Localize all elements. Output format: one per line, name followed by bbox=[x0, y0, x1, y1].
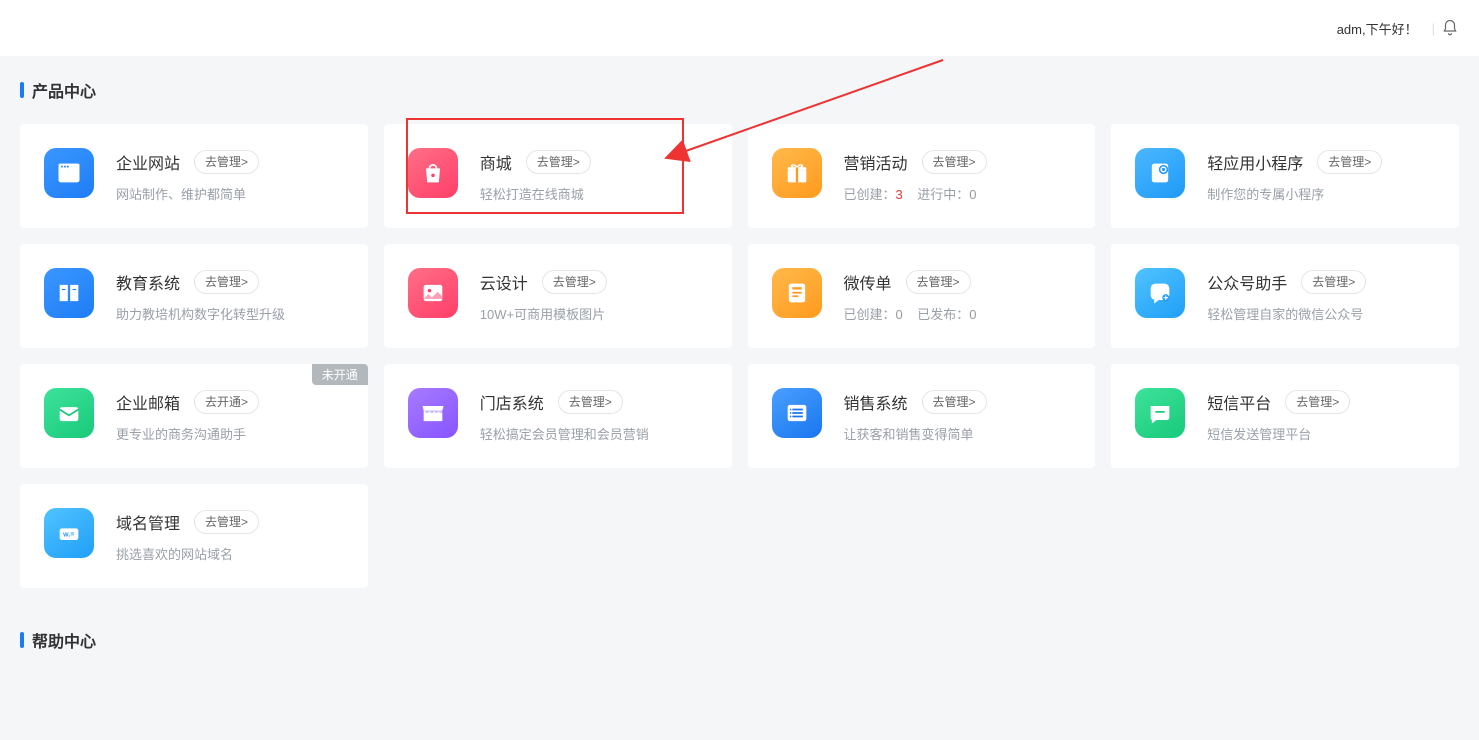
manage-button[interactable]: 去管理> bbox=[526, 150, 591, 174]
chat-gear-icon bbox=[1135, 268, 1185, 318]
card-desc: 轻松搞定会员管理和会员营销 bbox=[480, 424, 712, 443]
stat-created-value: 0 bbox=[896, 307, 903, 322]
message-icon bbox=[1135, 388, 1185, 438]
stat-pub-value: 0 bbox=[969, 307, 976, 322]
greeting-text: adm,下午好！ bbox=[1337, 19, 1418, 38]
product-card-design[interactable]: 云设计 去管理> 10W+可商用模板图片 bbox=[384, 244, 732, 348]
miniapp-icon bbox=[1135, 148, 1185, 198]
section-title-bar-icon bbox=[20, 82, 24, 98]
card-title: 公众号助手 bbox=[1207, 270, 1287, 294]
product-card-flyer[interactable]: 微传单 去管理> 已创建：0 已发布：0 bbox=[748, 244, 1096, 348]
book-icon bbox=[44, 268, 94, 318]
product-card-domain[interactable]: w.= 域名管理 去管理> 挑选喜欢的网站域名 bbox=[20, 484, 368, 588]
manage-button[interactable]: 去管理> bbox=[922, 390, 987, 414]
product-grid: 企业网站 去管理> 网站制作、维护都简单 商城 去管理> 轻松打造在线商城 bbox=[20, 124, 1459, 588]
manage-button[interactable]: 去管理> bbox=[1301, 270, 1366, 294]
stat-created-label: 已创建： bbox=[844, 307, 896, 322]
card-title: 云设计 bbox=[480, 270, 528, 294]
svg-text:w.=: w.= bbox=[62, 532, 74, 539]
card-stats: 已创建：0 已发布：0 bbox=[844, 304, 1076, 323]
divider: | bbox=[1432, 21, 1435, 36]
gift-icon bbox=[772, 148, 822, 198]
card-desc: 短信发送管理平台 bbox=[1207, 424, 1439, 443]
card-title: 域名管理 bbox=[116, 510, 180, 534]
manage-button[interactable]: 去管理> bbox=[922, 150, 987, 174]
manage-button[interactable]: 去管理> bbox=[1285, 390, 1350, 414]
card-desc: 助力教培机构数字化转型升级 bbox=[116, 304, 348, 323]
card-title: 微传单 bbox=[844, 270, 892, 294]
domain-icon: w.= bbox=[44, 508, 94, 558]
card-title: 轻应用小程序 bbox=[1207, 150, 1303, 174]
product-card-store[interactable]: 门店系统 去管理> 轻松搞定会员管理和会员营销 bbox=[384, 364, 732, 468]
top-bar: adm,下午好！ | bbox=[0, 0, 1479, 56]
stat-created-value: 3 bbox=[896, 187, 903, 202]
product-card-education[interactable]: 教育系统 去管理> 助力教培机构数字化转型升级 bbox=[20, 244, 368, 348]
card-desc: 10W+可商用模板图片 bbox=[480, 304, 712, 323]
stat-running-value: 0 bbox=[969, 187, 976, 202]
product-card-wechat[interactable]: 公众号助手 去管理> 轻松管理自家的微信公众号 bbox=[1111, 244, 1459, 348]
card-desc: 更专业的商务沟通助手 bbox=[116, 424, 348, 443]
activate-button[interactable]: 去开通> bbox=[194, 390, 259, 414]
product-card-email[interactable]: 未开通 企业邮箱 去开通> 更专业的商务沟通助手 bbox=[20, 364, 368, 468]
card-desc: 轻松打造在线商城 bbox=[480, 184, 712, 203]
card-desc: 网站制作、维护都简单 bbox=[116, 184, 348, 203]
section-title-bar-icon bbox=[20, 632, 24, 648]
shopping-bag-icon bbox=[408, 148, 458, 198]
stat-running-label: 进行中： bbox=[917, 187, 969, 202]
product-card-miniapp[interactable]: 轻应用小程序 去管理> 制作您的专属小程序 bbox=[1111, 124, 1459, 228]
list-icon bbox=[772, 388, 822, 438]
card-desc: 让获客和销售变得简单 bbox=[844, 424, 1076, 443]
manage-button[interactable]: 去管理> bbox=[1317, 150, 1382, 174]
card-title: 商城 bbox=[480, 150, 512, 174]
card-title: 企业邮箱 bbox=[116, 390, 180, 414]
section-title-text: 帮助中心 bbox=[32, 628, 96, 652]
card-title: 教育系统 bbox=[116, 270, 180, 294]
card-desc: 挑选喜欢的网站域名 bbox=[116, 544, 348, 563]
stat-created-label: 已创建： bbox=[844, 187, 896, 202]
document-icon bbox=[772, 268, 822, 318]
manage-button[interactable]: 去管理> bbox=[194, 270, 259, 294]
manage-button[interactable]: 去管理> bbox=[194, 150, 259, 174]
card-title: 短信平台 bbox=[1207, 390, 1271, 414]
manage-button[interactable]: 去管理> bbox=[906, 270, 971, 294]
manage-button[interactable]: 去管理> bbox=[542, 270, 607, 294]
product-card-sms[interactable]: 短信平台 去管理> 短信发送管理平台 bbox=[1111, 364, 1459, 468]
product-card-sales[interactable]: 销售系统 去管理> 让获客和销售变得简单 bbox=[748, 364, 1096, 468]
card-title: 企业网站 bbox=[116, 150, 180, 174]
section-title-text: 产品中心 bbox=[32, 78, 96, 102]
not-activated-badge: 未开通 bbox=[312, 364, 368, 385]
window-icon bbox=[44, 148, 94, 198]
notification-bell-icon[interactable] bbox=[1441, 19, 1459, 37]
envelope-icon bbox=[44, 388, 94, 438]
card-stats: 已创建：3 进行中：0 bbox=[844, 184, 1076, 203]
card-title: 门店系统 bbox=[480, 390, 544, 414]
image-icon bbox=[408, 268, 458, 318]
stat-pub-label: 已发布： bbox=[917, 307, 969, 322]
card-title: 营销活动 bbox=[844, 150, 908, 174]
manage-button[interactable]: 去管理> bbox=[194, 510, 259, 534]
product-card-marketing[interactable]: 营销活动 去管理> 已创建：3 进行中：0 bbox=[748, 124, 1096, 228]
manage-button[interactable]: 去管理> bbox=[558, 390, 623, 414]
section-title-product: 产品中心 bbox=[20, 78, 1459, 102]
storefront-icon bbox=[408, 388, 458, 438]
card-title: 销售系统 bbox=[844, 390, 908, 414]
product-card-mall[interactable]: 商城 去管理> 轻松打造在线商城 bbox=[384, 124, 732, 228]
card-desc: 轻松管理自家的微信公众号 bbox=[1207, 304, 1439, 323]
product-card-website[interactable]: 企业网站 去管理> 网站制作、维护都简单 bbox=[20, 124, 368, 228]
section-title-help: 帮助中心 bbox=[20, 628, 1459, 652]
card-desc: 制作您的专属小程序 bbox=[1207, 184, 1439, 203]
main-content: 产品中心 企业网站 去管理> 网站制作、维护都简单 bbox=[0, 56, 1479, 704]
